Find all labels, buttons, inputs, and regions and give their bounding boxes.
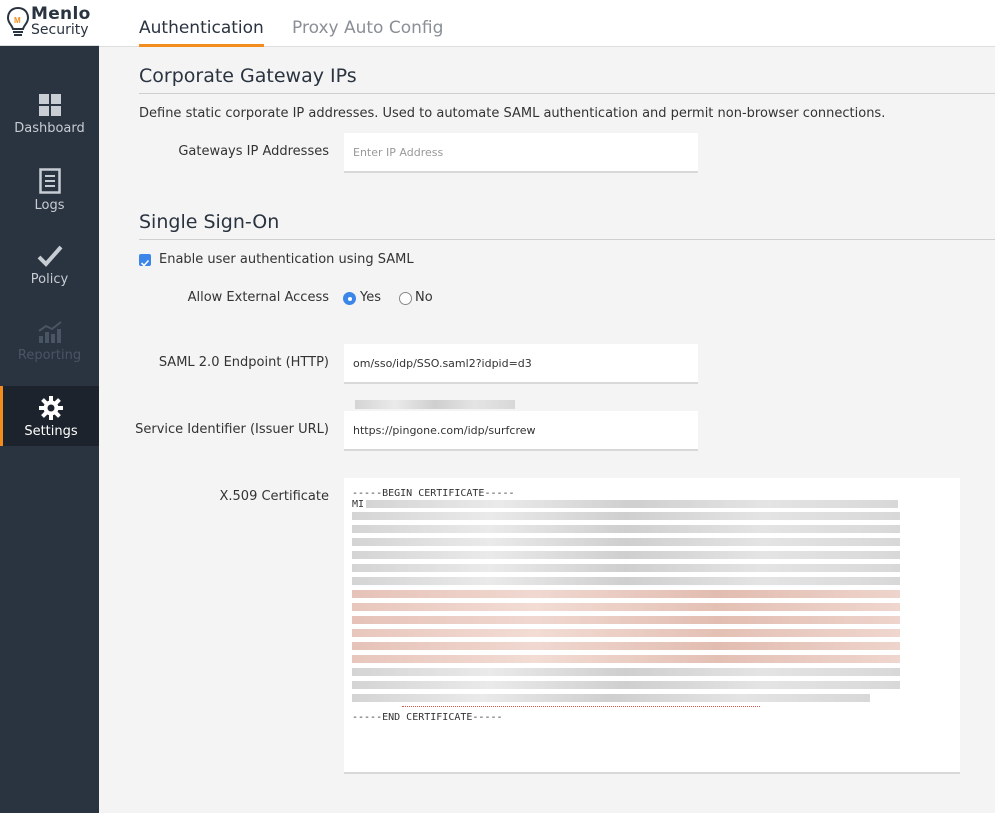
redacted-text <box>352 694 870 702</box>
gear-icon <box>39 396 63 420</box>
issuer-url-input[interactable] <box>344 411 698 451</box>
tab-proxy-auto-config[interactable]: Proxy Auto Config <box>292 18 443 47</box>
gateway-description: Define static corporate IP addresses. Us… <box>139 106 886 121</box>
certificate-textarea[interactable]: -----BEGIN CERTIFICATE----- MI -----END … <box>344 478 960 774</box>
redacted-text <box>352 551 900 559</box>
redacted-text <box>352 603 900 611</box>
external-access-no-label: No <box>415 290 433 305</box>
tab-authentication[interactable]: Authentication <box>139 18 264 47</box>
redacted-text <box>352 681 900 689</box>
saml-endpoint-input[interactable]: om/sso/idp/SSO.saml2?idpid=d3 <box>344 344 698 409</box>
document-icon <box>38 168 61 194</box>
sidebar-item-label: Policy <box>30 272 69 287</box>
redacted-text <box>352 525 900 533</box>
sidebar-item-policy[interactable]: Policy <box>0 244 99 304</box>
section-divider <box>139 239 995 240</box>
cert-end-line: -----END CERTIFICATE----- <box>352 712 503 723</box>
certificate-label: X.509 Certificate <box>219 489 329 504</box>
redacted-text <box>352 642 900 650</box>
checkmark-icon <box>37 245 62 267</box>
external-access-no-radio[interactable] <box>399 292 412 305</box>
sidebar: M Menlo Security Dashboard Logs Policy R <box>0 0 99 813</box>
sidebar-item-label: Logs <box>34 198 65 213</box>
redacted-text <box>366 500 899 508</box>
issuer-url-label: Service Identifier (Issuer URL) <box>135 422 329 437</box>
sidebar-item-label: Settings <box>24 424 78 439</box>
check-icon <box>140 259 150 267</box>
lightbulb-logo-icon: M <box>6 6 30 36</box>
cert-begin-line: -----BEGIN CERTIFICATE----- <box>352 488 515 499</box>
sidebar-item-dashboard[interactable]: Dashboard <box>0 93 99 153</box>
external-access-yes-radio[interactable] <box>343 292 356 305</box>
logo-name-line2: Security <box>31 22 89 38</box>
external-access-yes-label: Yes <box>360 290 381 305</box>
sidebar-item-settings[interactable]: Settings <box>0 386 99 446</box>
redacted-text <box>352 655 900 663</box>
svg-text:M: M <box>14 16 21 25</box>
sidebar-item-reporting: Reporting <box>0 320 99 380</box>
logo-name-line1: Menlo <box>31 4 91 24</box>
redacted-text <box>352 590 900 598</box>
section-divider <box>139 93 995 94</box>
sidebar-item-label: Reporting <box>17 348 82 363</box>
gateway-ip-label: Gateways IP Addresses <box>178 144 329 159</box>
tab-bar: Authentication Proxy Auto Config <box>99 0 995 47</box>
enable-saml-label: Enable user authentication using SAML <box>159 252 414 267</box>
section-title-sso: Single Sign-On <box>139 211 280 233</box>
gateway-ip-input[interactable] <box>344 133 698 173</box>
redacted-text <box>352 629 900 637</box>
external-access-label: Allow External Access <box>187 290 329 305</box>
redacted-text <box>352 616 900 624</box>
redacted-text <box>352 538 900 546</box>
enable-saml-checkbox[interactable] <box>139 254 151 267</box>
cert-first-line: MI <box>352 499 952 510</box>
saml-endpoint-label: SAML 2.0 Endpoint (HTTP) <box>158 355 329 370</box>
redacted-text <box>352 564 900 572</box>
chart-icon <box>37 321 62 343</box>
grid-icon <box>38 94 61 116</box>
logo: M Menlo Security <box>0 0 99 46</box>
saml-endpoint-value: om/sso/idp/SSO.saml2?idpid=d3 <box>353 357 532 370</box>
section-title-gateway: Corporate Gateway IPs <box>139 65 357 87</box>
redacted-text <box>352 577 900 585</box>
redacted-text <box>355 399 515 409</box>
redacted-text <box>352 668 900 676</box>
cert-first-chars: MI <box>352 499 365 510</box>
sidebar-item-label: Dashboard <box>14 121 85 136</box>
spellcheck-underline <box>402 706 760 707</box>
redacted-text <box>352 512 900 520</box>
sidebar-item-logs[interactable]: Logs <box>0 168 99 228</box>
